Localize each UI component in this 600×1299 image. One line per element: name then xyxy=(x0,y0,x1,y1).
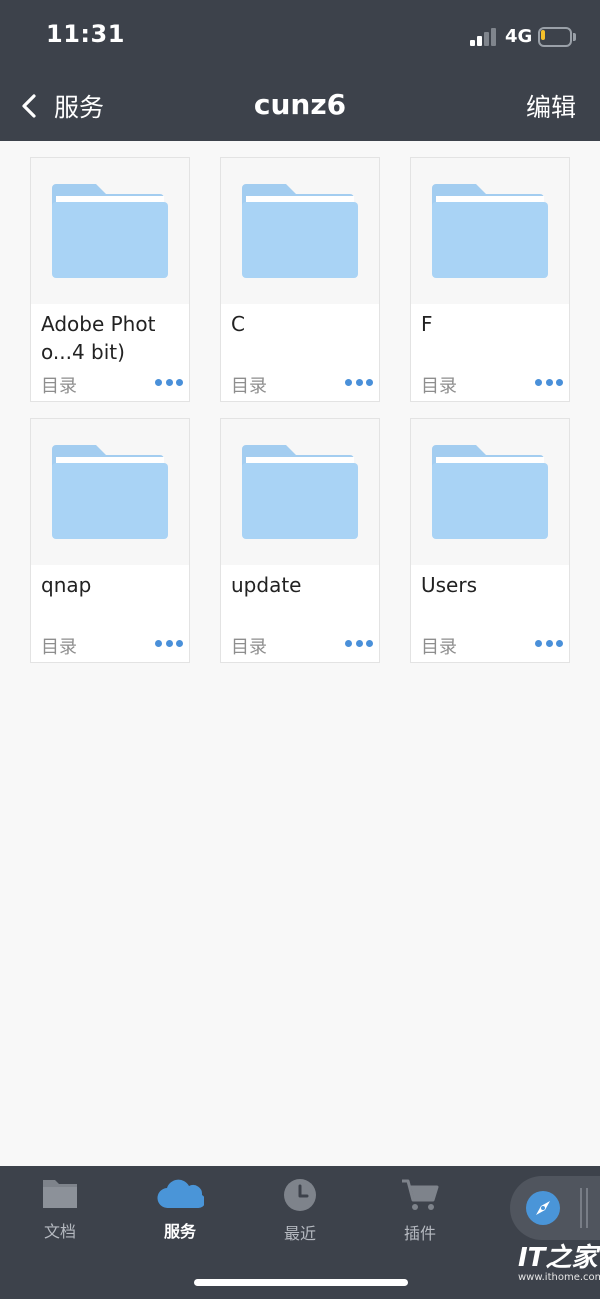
tab-label: 文档 xyxy=(43,1222,76,1241)
folder-type: 目录 xyxy=(231,376,267,397)
cloud-icon xyxy=(157,1179,204,1209)
folder-thumbnail xyxy=(221,419,379,565)
watermark-logo-text: IT之家 xyxy=(518,1243,598,1273)
folder-icon xyxy=(242,445,358,539)
folder-thumbnail xyxy=(411,158,569,304)
chevron-left-icon xyxy=(22,94,36,118)
more-options-icon[interactable] xyxy=(345,635,373,651)
folder-name: Adobe Photo...4 bit) xyxy=(41,312,156,364)
folder-type: 目录 xyxy=(231,637,267,658)
tab-recent[interactable]: 最近 xyxy=(240,1178,360,1244)
back-button[interactable]: 服务 xyxy=(20,86,104,126)
assistive-touch-button[interactable] xyxy=(510,1176,600,1240)
folder-card[interactable]: Adobe Photo...4 bit) 目录 xyxy=(30,157,190,402)
tab-label: 最近 xyxy=(283,1224,316,1243)
tab-services[interactable]: 服务 xyxy=(120,1178,240,1242)
battery-icon xyxy=(538,27,576,47)
folder-icon xyxy=(242,184,358,278)
edit-button[interactable]: 编辑 xyxy=(526,88,576,124)
folder-grid: Adobe Photo...4 bit) 目录 C 目录 F 目录 qnap 目… xyxy=(30,157,571,663)
folder-thumbnail xyxy=(221,158,379,304)
more-options-icon[interactable] xyxy=(155,374,183,390)
folder-card[interactable]: F 目录 xyxy=(410,157,570,402)
folder-thumbnail xyxy=(31,419,189,565)
folder-icon xyxy=(43,1180,77,1208)
folder-thumbnail xyxy=(411,419,569,565)
more-options-icon[interactable] xyxy=(535,635,563,651)
folder-name: qnap xyxy=(41,573,92,597)
folder-name: C xyxy=(231,312,245,336)
folder-card[interactable]: qnap 目录 xyxy=(30,418,190,663)
folder-name: Users xyxy=(421,573,478,597)
folder-thumbnail xyxy=(31,158,189,304)
tab-label: 服务 xyxy=(163,1222,196,1241)
folder-icon xyxy=(432,445,548,539)
folder-name: F xyxy=(421,312,433,336)
more-options-icon[interactable] xyxy=(345,374,373,390)
folder-icon xyxy=(52,184,168,278)
folder-icon xyxy=(432,184,548,278)
signal-strength-icon xyxy=(470,28,498,46)
tab-plugins[interactable]: 插件 xyxy=(360,1178,480,1244)
watermark-url: www.ithome.com xyxy=(518,1272,600,1283)
folder-card[interactable]: C 目录 xyxy=(220,157,380,402)
back-label: 服务 xyxy=(54,93,105,122)
folder-type: 目录 xyxy=(421,376,457,397)
folder-icon xyxy=(52,445,168,539)
app-header: 11:31 4G 服务 cunz6 编辑 xyxy=(0,0,600,141)
more-options-icon[interactable] xyxy=(155,635,183,651)
compass-icon xyxy=(526,1191,560,1225)
folder-type: 目录 xyxy=(41,637,77,658)
more-options-icon[interactable] xyxy=(535,374,563,390)
tab-documents[interactable]: 文档 xyxy=(0,1178,120,1242)
drag-handle[interactable] xyxy=(580,1188,590,1228)
folder-card[interactable]: Users 目录 xyxy=(410,418,570,663)
folder-name: update xyxy=(231,573,302,597)
network-type: 4G xyxy=(505,26,533,47)
home-indicator[interactable] xyxy=(194,1279,408,1286)
folder-type: 目录 xyxy=(41,376,77,397)
watermark-logo: IT之家 www.ithome.com xyxy=(518,1244,600,1284)
clock-icon xyxy=(284,1179,316,1211)
folder-card[interactable]: update 目录 xyxy=(220,418,380,663)
status-time: 11:31 xyxy=(46,20,125,48)
cart-icon xyxy=(402,1179,439,1210)
folder-type: 目录 xyxy=(421,637,457,658)
tab-label: 插件 xyxy=(403,1224,436,1243)
